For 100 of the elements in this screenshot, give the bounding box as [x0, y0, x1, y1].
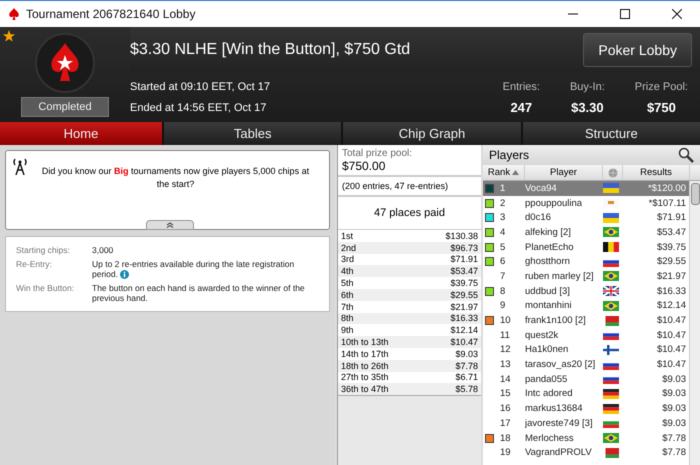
- stat-value: $3.30: [571, 100, 604, 114]
- player-row[interactable]: 16 markus13684 $9.03: [483, 401, 689, 416]
- rank-text: 15: [500, 388, 511, 400]
- tab[interactable]: Chip Graph: [343, 122, 521, 145]
- player-name: uddbud [3]: [525, 286, 571, 297]
- prize-amount: $10.47: [450, 337, 478, 348]
- player-row[interactable]: 6 ghostthorn $29.55: [483, 254, 689, 270]
- flag-icon: [603, 316, 619, 326]
- stat-label: Prize Pool:: [634, 80, 688, 92]
- result-amount: *$120.00: [646, 182, 687, 194]
- prize-amount: $39.75: [450, 278, 478, 288]
- place-text: 7th: [341, 302, 354, 312]
- detail-value: Up to 2 re-entries available during the late registration period.: [92, 259, 296, 280]
- player-name: Merlochess: [525, 432, 575, 444]
- player-name: Ha1k0nen: [525, 344, 570, 356]
- status-label: Completed: [21, 97, 109, 117]
- stat-label: Entries:: [502, 80, 540, 92]
- place-text: 5th: [341, 278, 354, 288]
- player-row[interactable]: 17 javoreste749 [3] $9.03: [483, 416, 689, 431]
- tab[interactable]: Structure: [522, 122, 700, 145]
- player-row[interactable]: 10 frank1n100 [2] $10.47: [483, 313, 689, 328]
- sort-icon: [512, 170, 520, 175]
- search-icon[interactable]: [678, 147, 694, 163]
- player-row[interactable]: 7 ruben marley [2] $21.97: [483, 269, 689, 284]
- info-icon[interactable]: [120, 270, 130, 280]
- rank-text: 10: [500, 315, 511, 326]
- star-icon[interactable]: [3, 30, 15, 42]
- rank-text: 1: [500, 182, 506, 194]
- entries-text: (200 entries, 47 re-entries): [338, 177, 481, 197]
- player-name: frank1n100 [2]: [525, 315, 587, 326]
- player-row[interactable]: 18 Merlochess $7.78: [483, 430, 689, 446]
- player-row[interactable]: 8 uddbud [3] $16.33: [483, 284, 689, 298]
- player-name: alfeking [2]: [525, 226, 572, 238]
- player-row[interactable]: 4 alfeking [2] $53.47: [483, 225, 689, 240]
- prize-amount: $29.55: [450, 290, 478, 300]
- result-amount: $21.97: [656, 270, 687, 282]
- rank-text: 2: [500, 198, 506, 209]
- place-text: 2nd: [341, 242, 356, 253]
- result-amount: $7.78: [661, 447, 687, 458]
- player-row[interactable]: 1 Voca94 *$120.00: [483, 181, 689, 196]
- collapse-button[interactable]: [146, 220, 194, 230]
- tab[interactable]: Home: [0, 122, 162, 145]
- result-amount: $39.75: [656, 242, 687, 253]
- flag-icon: [603, 286, 619, 296]
- result-amount: $10.47: [656, 359, 687, 370]
- flag-icon: [603, 404, 619, 414]
- result-amount: $7.78: [661, 432, 687, 444]
- player-row[interactable]: 19 VagrandPROLV $7.78: [483, 445, 689, 460]
- end-time: Ended at 14:56 EET, Oct 17: [130, 102, 268, 114]
- detail-label: Win the Button:: [16, 283, 76, 296]
- close-icon[interactable]: [672, 9, 682, 19]
- player-name: markus13684: [525, 403, 584, 414]
- rank-text: 16: [500, 403, 511, 414]
- player-name: ruben marley [2]: [525, 270, 595, 282]
- player-row[interactable]: 11 quest2k $10.47: [483, 328, 689, 343]
- rank-text: 9: [500, 300, 506, 312]
- scrollbar[interactable]: [689, 181, 700, 465]
- rank-text: 8: [500, 286, 506, 297]
- poker-lobby-button[interactable]: Poker Lobby: [583, 33, 692, 67]
- stat-value: $750: [646, 100, 676, 114]
- window-title: Tournament 2067821640 Lobby: [26, 7, 196, 21]
- players-title: Players: [489, 148, 530, 162]
- tab[interactable]: Tables: [164, 122, 342, 145]
- place-text: 10th to 13th: [341, 337, 389, 348]
- rank-text: 6: [500, 256, 506, 268]
- column-header[interactable]: Results: [623, 165, 690, 180]
- player-row[interactable]: 3 d0c16 $71.91: [483, 210, 689, 226]
- result-amount: $29.55: [656, 256, 687, 268]
- detail-value: 3,000: [92, 245, 114, 255]
- rank-text: 3: [500, 212, 506, 224]
- tournament-title: $3.30 NLHE [Win the Button], $750 Gtd: [130, 41, 410, 59]
- player-row[interactable]: 14 panda055 $9.03: [483, 372, 689, 387]
- player-row[interactable]: 13 tarasov_as20 [2] $10.47: [483, 357, 689, 372]
- player-name: javoreste749 [3]: [525, 418, 594, 429]
- place-text: 4th: [341, 266, 354, 276]
- result-amount: $9.03: [661, 403, 687, 414]
- result-amount: $9.03: [661, 418, 687, 429]
- place-text: 3rd: [341, 254, 354, 264]
- player-row[interactable]: 9 montanhini $12.14: [483, 298, 689, 314]
- player-row[interactable]: 12 Ha1k0nen $10.47: [483, 342, 689, 358]
- prize-amount: $16.33: [450, 313, 478, 324]
- prize-pool-total: $750.00: [338, 159, 481, 177]
- player-row[interactable]: 15 Intc adored $9.03: [483, 386, 689, 402]
- place-text: 6th: [341, 290, 354, 300]
- result-amount: $9.03: [661, 388, 687, 400]
- stat-value: 247: [510, 100, 532, 114]
- rank-text: 19: [500, 447, 511, 458]
- detail-label: Re-Entry:: [16, 259, 53, 271]
- player-row[interactable]: 5 PlanetEcho $39.75: [483, 240, 689, 254]
- column-header[interactable]: Player: [525, 165, 603, 180]
- player-name: montanhini: [525, 300, 572, 312]
- flag-icon: [603, 271, 619, 282]
- maximize-icon[interactable]: [620, 9, 630, 19]
- prize-amount: $12.14: [450, 325, 478, 336]
- prize-amount: $130.38: [445, 230, 478, 241]
- player-row[interactable]: 2 ppouppoulina *$107.11: [483, 196, 689, 210]
- rank-text: 11: [500, 330, 510, 341]
- column-header[interactable]: Rank: [483, 165, 525, 180]
- flag-icon: [603, 242, 619, 252]
- player-name: ghostthorn: [525, 256, 571, 268]
